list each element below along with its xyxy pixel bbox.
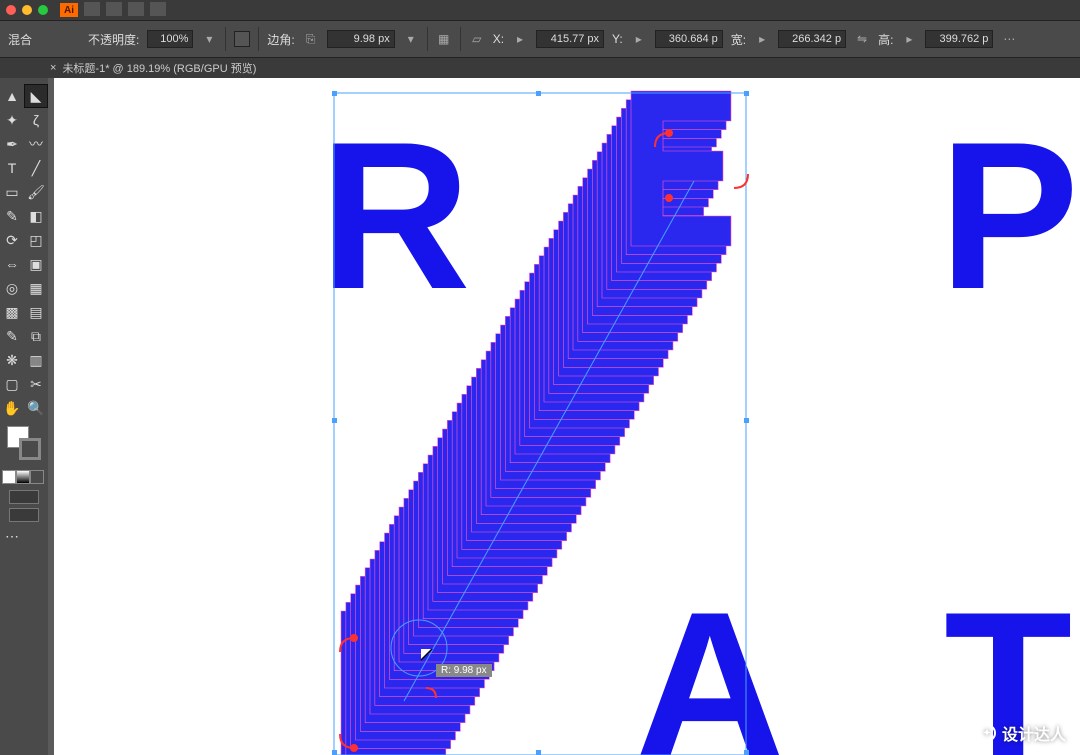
workspace: ▲◣ ✦ζ ✒〰 T╱ ▭🖌 ✎◧ ⟳◰ ⇔▣ ◎▦ ▩▤ ✎⧉ ❋▥ ▢✂ ✋… [0,78,1080,755]
stepper-icon[interactable]: ▸ [901,31,917,47]
y-label: Y: [612,32,623,46]
free-transform-tool[interactable]: ▣ [25,253,47,275]
zoom-tool[interactable]: 🔍 [25,397,47,419]
w-input[interactable] [778,30,846,48]
traffic-close[interactable] [6,5,16,15]
screen-mode-chip[interactable] [9,508,39,522]
artboard-tool[interactable]: ▢ [1,373,23,395]
selection-tool[interactable]: ▲ [1,85,23,107]
measurement-tooltip: R: 9.98 px [436,664,492,677]
width-tool[interactable]: ⇔ [1,253,23,275]
titlebar-icon[interactable] [106,2,122,16]
h-input[interactable] [925,30,993,48]
pen-tool[interactable]: ✒ [1,133,23,155]
direct-selection-tool[interactable]: ◣ [25,85,47,107]
titlebar: Ai [0,0,1080,20]
gradient-tool[interactable]: ▤ [25,301,47,323]
more-icon[interactable]: ⋯ [1001,31,1017,47]
document-tab-title[interactable]: 未标题-1* @ 189.19% (RGB/GPU 预览) [62,60,256,76]
wechat-icon: ✦ [978,724,996,742]
edit-toolbar-icon[interactable]: ⋯ [1,525,23,547]
x-label: X: [493,32,504,46]
control-bar: 混合 不透明度: ▾ 边角: ⎘ ▾ ▦ ▱ X: ▸ Y: ▸ 宽: ▸ ⇋ … [0,20,1080,58]
titlebar-icon[interactable] [84,2,100,16]
curvature-tool[interactable]: 〰 [25,133,47,155]
symbol-sprayer-tool[interactable]: ❋ [1,349,23,371]
cursor-icon [418,647,432,661]
y-input[interactable] [655,30,723,48]
chevron-down-icon[interactable]: ▾ [201,31,217,47]
mesh-tool[interactable]: ▩ [1,301,23,323]
color-mode-chips[interactable] [2,470,46,484]
perspective-tool[interactable]: ▦ [25,277,47,299]
eyedropper-tool[interactable]: ✎ [1,325,23,347]
stepper-icon[interactable]: ▾ [403,31,419,47]
titlebar-icon[interactable] [150,2,166,16]
graph-tool[interactable]: ▥ [25,349,47,371]
link-icon[interactable]: ⎘ [303,31,319,47]
blend-mode-label: 混合 [8,31,32,48]
stepper-icon[interactable]: ▸ [631,31,647,47]
opacity-label: 不透明度: [88,31,139,48]
x-input[interactable] [536,30,604,48]
lasso-tool[interactable]: ζ [25,109,47,131]
titlebar-extra-icons [84,2,169,19]
titlebar-icon[interactable] [128,2,144,16]
scale-tool[interactable]: ◰ [25,229,47,251]
opacity-input[interactable] [147,30,193,48]
corner-input[interactable] [327,30,395,48]
line-tool[interactable]: ╱ [25,157,47,179]
stepper-icon[interactable]: ▸ [754,31,770,47]
style-chip[interactable] [234,31,250,47]
app-logo: Ai [60,3,78,17]
canvas[interactable]: R P A T [48,78,1080,755]
tab-close-icon[interactable]: × [50,62,56,74]
watermark-text: 设计达人 [1002,721,1066,745]
type-tool[interactable]: T [1,157,23,179]
eraser-tool[interactable]: ◧ [25,205,47,227]
toolbar: ▲◣ ✦ζ ✒〰 T╱ ▭🖌 ✎◧ ⟳◰ ⇔▣ ◎▦ ▩▤ ✎⧉ ❋▥ ▢✂ ✋… [0,78,48,755]
traffic-minimize[interactable] [22,5,32,15]
link-wh-icon[interactable]: ⇋ [854,31,870,47]
transform-icon[interactable]: ▱ [469,31,485,47]
paintbrush-tool[interactable]: 🖌 [25,181,47,203]
stepper-icon[interactable]: ▸ [512,31,528,47]
rectangle-tool[interactable]: ▭ [1,181,23,203]
shape-builder-tool[interactable]: ◎ [1,277,23,299]
w-label: 宽: [731,31,746,48]
rotate-tool[interactable]: ⟳ [1,229,23,251]
hand-tool[interactable]: ✋ [1,397,23,419]
h-label: 高: [878,31,893,48]
watermark: ✦ 设计达人 [978,721,1066,745]
document-tabbar: × 未标题-1* @ 189.19% (RGB/GPU 预览) [0,58,1080,78]
shaper-tool[interactable]: ✎ [1,205,23,227]
align-icon[interactable]: ▦ [436,31,452,47]
fill-stroke-swatch[interactable] [7,426,41,460]
slice-tool[interactable]: ✂ [25,373,47,395]
corner-label: 边角: [267,31,294,48]
traffic-zoom[interactable] [38,5,48,15]
letter-P: P [939,98,1079,333]
magic-wand-tool[interactable]: ✦ [1,109,23,131]
screen-mode-chip[interactable] [9,490,39,504]
letter-R: R [319,98,471,333]
blend-tool[interactable]: ⧉ [25,325,47,347]
letter-A: A [634,568,786,755]
artwork: R P A T [54,78,1080,755]
